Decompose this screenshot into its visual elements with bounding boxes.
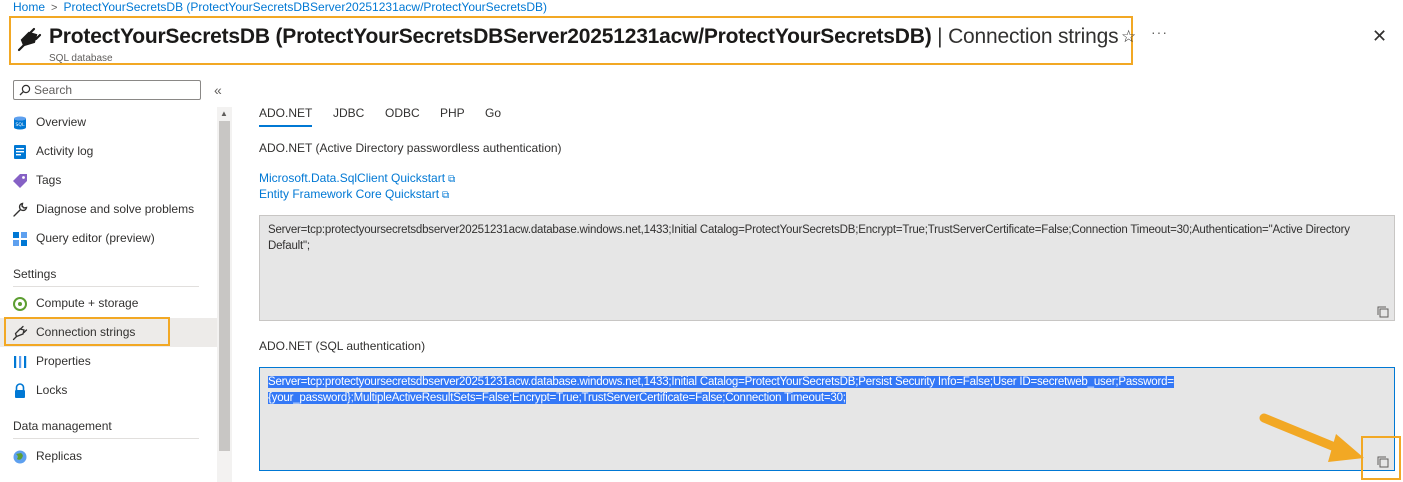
scroll-up-icon[interactable]: ▲ [220,109,228,118]
sidebar-item-label: Compute + storage [36,296,139,310]
connection-string-passwordless[interactable]: Server=tcp:protectyoursecretsdbserver202… [259,215,1395,321]
properties-icon [14,356,27,368]
tab-jdbc[interactable]: JDBC [333,106,364,120]
sidebar-item-label: Properties [36,354,91,368]
query-editor-icon [13,232,27,246]
sidebar-item-label: Query editor (preview) [36,231,155,245]
ef-core-quickstart-link[interactable]: Entity Framework Core Quickstart ⧉ [259,187,449,201]
connection-string-text-selected: Server=tcp:protectyoursecretsdbserver202… [268,376,1174,404]
tab-adonet[interactable]: ADO.NET [259,106,312,120]
favorite-star-icon[interactable]: ☆ [1121,27,1136,47]
title-separator: | [937,25,943,48]
collapse-sidebar-icon[interactable]: « [214,82,222,98]
connection-string-text: Server=tcp:protectyoursecretsdbserver202… [268,224,1350,252]
external-link-icon: ⧉ [442,190,450,201]
sidebar-search-box [13,80,201,100]
search-icon [19,84,31,96]
tag-icon [13,174,27,188]
activity-log-icon [14,145,26,159]
sidebar-section-data-management: Data management [13,419,112,433]
page-title-blade: Connection strings [948,25,1119,48]
sidebar-item-query-editor[interactable]: Query editor (preview) [0,224,217,253]
sidebar-item-label: Diagnose and solve problems [36,202,195,216]
breadcrumb-current-link[interactable]: ProtectYourSecretsDB (ProtectYourSecrets… [63,0,547,14]
sql-database-icon: SQL [14,116,26,130]
page-subtitle: SQL database [49,53,113,64]
svg-text:SQL: SQL [16,122,25,128]
sidebar-item-label: Replicas [36,449,83,463]
sidebar-item-activity-log[interactable]: Activity log [0,137,217,166]
more-options-icon[interactable]: ··· [1151,24,1168,40]
sidebar-item-label: Activity log [36,144,94,158]
tab-go[interactable]: Go [485,106,501,120]
section-label-passwordless: ADO.NET (Active Directory passwordless a… [259,141,562,155]
page-title-resource: ProtectYourSecretsDB (ProtectYourSecrets… [49,25,932,48]
active-tab-indicator [259,125,312,127]
sidebar-item-overview[interactable]: SQL Overview [0,108,217,137]
sidebar-scrollbar-thumb[interactable] [219,121,230,451]
sidebar-item-replicas[interactable]: Replicas [0,442,217,471]
sidebar-item-label: Locks [36,383,68,397]
sidebar-item-label: Tags [36,173,62,187]
breadcrumb: Home > ProtectYourSecretsDB (ProtectYourSe… [13,0,547,14]
page-title: ProtectYourSecretsDB (ProtectYourSecrets… [49,25,1119,49]
sidebar-item-label: Overview [36,115,87,129]
tab-odbc[interactable]: ODBC [385,106,420,120]
connection-strings-highlight [4,317,170,346]
link-text: Microsoft.Data.SqlClient Quickstart [259,171,446,185]
sidebar-divider [13,438,199,439]
compute-icon [13,297,27,311]
section-label-sql-auth: ADO.NET (SQL authentication) [259,339,426,353]
link-text: Entity Framework Core Quickstart [259,187,440,201]
copy-icon[interactable] [1377,306,1389,318]
sidebar-item-tags[interactable]: Tags [0,166,217,195]
lock-icon [15,383,25,398]
annotation-arrow-icon [1259,413,1364,462]
sidebar-section-settings: Settings [13,267,57,281]
globe-icon [13,450,27,464]
external-link-icon: ⧉ [448,174,456,185]
tab-php[interactable]: PHP [440,106,465,120]
breadcrumb-home-link[interactable]: Home [13,0,45,14]
sidebar-item-properties[interactable]: Properties [0,347,217,376]
sidebar-item-diagnose[interactable]: Diagnose and solve problems [0,195,217,224]
sidebar-divider [13,286,199,287]
sidebar-item-compute-storage[interactable]: Compute + storage [0,289,217,318]
breadcrumb-chevron-icon: > [51,2,58,14]
wrench-icon [13,202,28,217]
page-header: ProtectYourSecretsDB (ProtectYourSecrets… [9,16,1133,65]
connection-string-sql-auth[interactable]: Server=tcp:protectyoursecretsdbserver202… [259,367,1395,471]
plug-icon [17,27,42,52]
sidebar-item-locks[interactable]: Locks [0,376,217,405]
sqlclient-quickstart-link[interactable]: Microsoft.Data.SqlClient Quickstart ⧉ [259,171,455,185]
close-icon[interactable]: ✕ [1372,26,1387,47]
sidebar-search-input[interactable] [34,82,194,98]
